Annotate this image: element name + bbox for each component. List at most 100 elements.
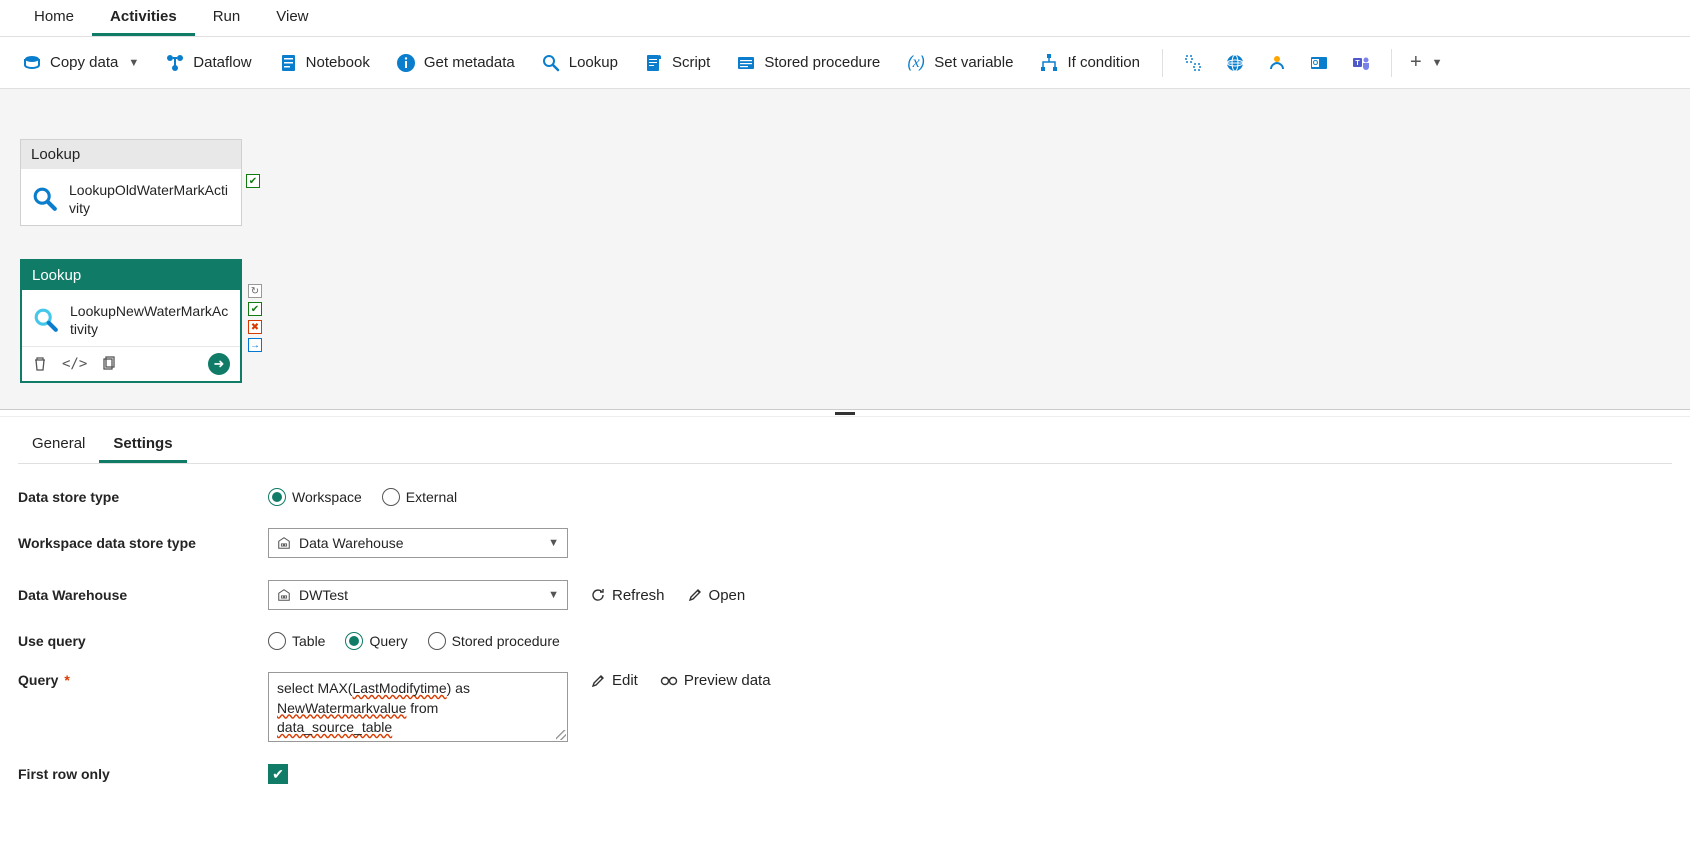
radio-workspace[interactable]: Workspace <box>268 488 362 506</box>
radio-icon <box>268 488 286 506</box>
ribbon-script[interactable]: Script <box>634 49 720 77</box>
warehouse-icon <box>277 536 291 550</box>
preview-data-link[interactable]: Preview data <box>660 672 771 689</box>
splitter-handle[interactable] <box>0 409 1690 417</box>
prop-tab-general[interactable]: General <box>18 427 99 463</box>
chevron-down-icon: ▼ <box>548 589 559 601</box>
radio-external-label: External <box>406 489 457 505</box>
ribbon-copy-data[interactable]: Copy data ▼ <box>12 49 149 77</box>
radio-external[interactable]: External <box>382 488 457 506</box>
prop-tab-settings[interactable]: Settings <box>99 427 186 463</box>
ribbon-teams-icon[interactable]: T <box>1343 49 1379 77</box>
radio-icon <box>268 632 286 650</box>
select-value: Data Warehouse <box>299 535 404 551</box>
info-icon <box>396 53 416 73</box>
lookup-icon <box>31 185 59 213</box>
svg-text:O: O <box>1313 60 1319 67</box>
tab-activities[interactable]: Activities <box>92 0 195 36</box>
ribbon-lookup[interactable]: Lookup <box>531 49 628 77</box>
tab-home[interactable]: Home <box>16 0 92 36</box>
refresh-label: Refresh <box>612 587 665 604</box>
variable-icon: (x) <box>906 53 926 73</box>
label-data-warehouse: Data Warehouse <box>18 587 268 603</box>
properties-panel: General Settings Data store type Workspa… <box>0 417 1690 846</box>
edit-query-link[interactable]: Edit <box>590 672 638 689</box>
success-handle[interactable]: ✔ <box>246 174 260 188</box>
ribbon-web-icon[interactable] <box>1217 49 1253 77</box>
radio-icon <box>345 632 363 650</box>
ribbon-notebook-label: Notebook <box>306 54 370 71</box>
open-label: Open <box>709 587 746 604</box>
label-use-query: Use query <box>18 633 268 649</box>
radio-table-label: Table <box>292 633 325 649</box>
label-workspace-data-store-type: Workspace data store type <box>18 535 268 551</box>
radio-stored-procedure[interactable]: Stored procedure <box>428 632 560 650</box>
resize-grip[interactable] <box>556 730 566 740</box>
activity-lookup-old-watermark[interactable]: Lookup LookupOldWaterMarkActivity <box>20 139 242 226</box>
select-workspace-data-store-type[interactable]: Data Warehouse ▼ <box>268 528 568 558</box>
radio-query[interactable]: Query <box>345 632 407 650</box>
row-query: Query * select MAX(LastModifytime) as Ne… <box>18 672 1672 742</box>
label-query: Query * <box>18 672 268 688</box>
radio-table[interactable]: Table <box>268 632 325 650</box>
ribbon-separator <box>1162 49 1163 77</box>
fail-handle[interactable]: ✖ <box>248 320 262 334</box>
ribbon-set-variable-label: Set variable <box>934 54 1013 71</box>
copy-icon[interactable] <box>101 356 117 372</box>
ribbon-get-metadata[interactable]: Get metadata <box>386 49 525 77</box>
ribbon-extra-1[interactable] <box>1175 49 1211 77</box>
tab-view[interactable]: View <box>258 0 326 36</box>
activity2-handles: ↻ ✔ ✖ → <box>248 284 262 352</box>
activity-type-label: Lookup <box>22 261 240 290</box>
refresh-link[interactable]: Refresh <box>590 587 665 604</box>
ribbon-separator-2 <box>1391 49 1392 77</box>
select-data-warehouse[interactable]: DWTest ▼ <box>268 580 568 610</box>
ribbon-stored-procedure-label: Stored procedure <box>764 54 880 71</box>
copy-data-icon <box>22 53 42 73</box>
activity-lookup-new-watermark[interactable]: Lookup LookupNewWaterMarkActivity </> ➜ <box>20 259 242 383</box>
ribbon-get-metadata-label: Get metadata <box>424 54 515 71</box>
lookup-icon <box>541 53 561 73</box>
tab-run[interactable]: Run <box>195 0 259 36</box>
notebook-icon <box>278 53 298 73</box>
row-data-store-type: Data store type Workspace External <box>18 488 1672 506</box>
ribbon-stored-procedure[interactable]: Stored procedure <box>726 49 890 77</box>
row-data-warehouse: Data Warehouse DWTest ▼ Refresh Open <box>18 580 1672 610</box>
skip-handle[interactable]: ↻ <box>248 284 262 298</box>
ribbon-dataflow[interactable]: Dataflow <box>155 49 261 77</box>
success-handle[interactable]: ✔ <box>248 302 262 316</box>
radio-group-data-store-type: Workspace External <box>268 488 457 506</box>
label-first-row-only: First row only <box>18 766 268 782</box>
radio-stored-procedure-label: Stored procedure <box>452 633 560 649</box>
radio-group-use-query: Table Query Stored procedure <box>268 632 560 650</box>
activity-name: LookupNewWaterMarkActivity <box>70 302 230 338</box>
completion-handle[interactable]: → <box>248 338 262 352</box>
chevron-down-icon: ▼ <box>128 57 139 69</box>
row-use-query: Use query Table Query Stored procedure <box>18 632 1672 650</box>
row-first-row-only: First row only ✔ <box>18 764 1672 784</box>
delete-icon[interactable] <box>32 356 48 372</box>
lookup-icon <box>32 306 60 334</box>
code-icon[interactable]: </> <box>62 356 87 372</box>
run-icon[interactable]: ➜ <box>208 353 230 375</box>
ribbon-webhook-icon[interactable] <box>1259 49 1295 77</box>
ribbon-dataflow-label: Dataflow <box>193 54 251 71</box>
ribbon-if-condition-label: If condition <box>1067 54 1140 71</box>
open-link[interactable]: Open <box>687 587 746 604</box>
ribbon-outlook-icon[interactable]: O <box>1301 49 1337 77</box>
ribbon-if-condition[interactable]: If condition <box>1029 49 1150 77</box>
radio-icon <box>382 488 400 506</box>
ribbon-set-variable[interactable]: (x) Set variable <box>896 49 1023 77</box>
preview-label: Preview data <box>684 672 771 689</box>
checkbox-first-row-only[interactable]: ✔ <box>268 764 288 784</box>
refresh-icon <box>590 587 606 603</box>
radio-workspace-label: Workspace <box>292 489 362 505</box>
label-data-store-type: Data store type <box>18 489 268 505</box>
activity-name: LookupOldWaterMarkActivity <box>69 181 231 217</box>
pipeline-canvas[interactable]: Lookup LookupOldWaterMarkActivity ✔ Look… <box>0 89 1690 409</box>
query-textarea[interactable]: select MAX(LastModifytime) as NewWaterma… <box>268 672 568 742</box>
properties-tabs: General Settings <box>18 427 1672 464</box>
ribbon-notebook[interactable]: Notebook <box>268 49 380 77</box>
ribbon-add-more[interactable]: + ▼ <box>1404 47 1449 78</box>
dataflow-icon <box>165 53 185 73</box>
